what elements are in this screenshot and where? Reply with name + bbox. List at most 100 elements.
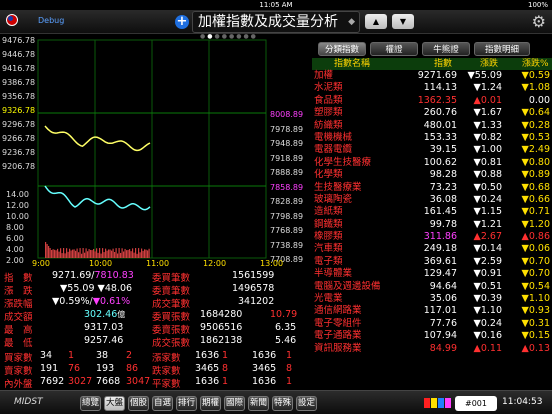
row-price: 107.94 [423,330,457,342]
table-row[interactable]: 電器電纜 39.15 ▼1.00 ▼2.49 [312,144,552,156]
stock-code-input[interactable]: #001 [455,396,497,411]
nav-settings-button[interactable]: 設定 [296,396,317,411]
table-row[interactable]: 電子零組件 77.76 ▼0.24 ▼0.31 [312,318,552,330]
volume-bar [46,244,48,258]
row-price: 311.86 [423,231,457,243]
table-row[interactable]: 光電業 35.06 ▼0.39 ▼1.10 [312,293,552,305]
volume-bar [127,249,129,258]
table-row[interactable]: 電腦及週邊設備 94.64 ▼0.51 ▼0.54 [312,281,552,293]
nav-news-button[interactable]: 新聞 [248,396,269,411]
color-chip-blue[interactable] [438,398,444,408]
nav-market-button[interactable]: 大盤 [104,396,125,411]
volume-bar [58,251,60,258]
col-pct[interactable]: 漲跌% [522,58,549,70]
table-row[interactable]: 造紙類 161.45 ▼1.15 ▼0.71 [312,206,552,218]
volume-bar [142,250,144,258]
otc-tick-label: 7828.89 [270,197,304,206]
row-change: ▼0.24 [473,317,502,329]
volume-bar [78,252,80,258]
row-change: ▼0.51 [473,280,502,292]
nav-options-button[interactable]: 期權 [200,396,221,411]
flat-c: 1636 [252,376,277,387]
table-row[interactable]: 水泥類 114.13 ▼1.24 ▼1.08 [312,82,552,94]
nav-special-button[interactable]: 特殊 [272,396,293,411]
volume-bar [79,248,81,258]
color-chip-yellow[interactable] [431,398,437,408]
tab-warrant[interactable]: 權證 [370,42,418,56]
col-change[interactable]: 漲跌 [480,58,498,70]
market-summary: 指 數 9271.69/7810.83 漲 跌 ▼55.09 ▼48.06 漲跌… [4,270,298,390]
row-name: 化學類 [314,169,343,181]
add-button[interactable]: + [175,15,189,29]
table-row[interactable]: 化學生技醫療 100.62 ▼0.81 ▼0.80 [312,157,552,169]
row-price: 98.28 [429,169,457,181]
table-row[interactable]: 橡膠類 311.86 ▲2.67 ▲0.86 [312,231,552,243]
previous-button[interactable]: ▲ [365,14,387,29]
table-row[interactable]: 玻璃陶瓷 36.08 ▼0.24 ▼0.66 [312,194,552,206]
up-a: 1636 [195,350,220,361]
next-button[interactable]: ▼ [392,14,414,29]
table-row[interactable]: 化學類 98.28 ▼0.88 ▼0.89 [312,169,552,181]
debug-label[interactable]: Debug [38,16,64,25]
table-row[interactable]: 汽車類 249.18 ▼0.14 ▼0.06 [312,243,552,255]
nav-ranking-button[interactable]: 排行 [176,396,197,411]
col-price[interactable]: 指數 [434,58,452,70]
row-pct: ▼0.54 [521,280,550,292]
index-chart[interactable]: 9476.78 9446.78 9416.78 9386.78 9356.78 9326.… [0,36,310,268]
flat-d: 1 [286,376,293,387]
gear-icon[interactable]: ⚙ [532,12,546,31]
table-row[interactable]: 紡織類 480.01 ▼1.33 ▼0.28 [312,120,552,132]
page-title[interactable]: 加權指數及成交量分析 ◆ [192,11,360,33]
volume-bar [85,248,87,258]
table-row[interactable]: 加權 9271.69 ▼55.09 ▼0.59 [312,70,552,82]
row-name: 橡膠類 [314,231,343,243]
col-name[interactable]: 指數名稱 [334,58,370,70]
buy-b: 1 [68,350,75,361]
volume-bar [117,253,119,258]
volume-bar [102,248,104,258]
nav-watchlist-button[interactable]: 自選 [152,396,173,411]
table-row[interactable]: 資訊服務業 84.99 ▲0.11 ▲0.13 [312,343,552,355]
volume-bar [72,249,74,258]
volume-bar [70,250,72,258]
ask-ratio: 6.35 [275,322,297,333]
otc-tick-label: 7918.89 [270,153,304,163]
row-name: 鋼鐵類 [314,218,343,230]
row-name: 造紙類 [314,206,343,218]
color-chip-magenta[interactable] [445,398,451,408]
color-chip-red[interactable] [424,398,430,408]
buy-d: 2 [126,350,133,361]
volume-bar [112,248,114,258]
chart-svg [37,39,267,259]
tab-bull-bear[interactable]: 牛熊證 [422,42,470,56]
y-tick-label: 9326.78 [2,106,36,115]
up-c: 1636 [252,350,277,361]
table-row[interactable]: 半導體業 129.47 ▼0.91 ▼0.70 [312,268,552,280]
nav-overview-button[interactable]: 總覽 [80,396,101,411]
volume-bar [144,249,146,258]
table-row[interactable]: 通信網路業 117.01 ▼1.10 ▼0.93 [312,305,552,317]
otc-tick-label: 7888.89 [270,168,304,177]
row-name: 玻璃陶瓷 [314,193,353,205]
table-row[interactable]: 電子類 369.61 ▼2.59 ▼0.70 [312,256,552,268]
row-change: ▼0.16 [473,330,502,342]
table-row[interactable]: 生技醫療業 73.23 ▼0.50 ▼0.68 [312,182,552,194]
table-row[interactable]: 電機機械 153.33 ▼0.82 ▼0.53 [312,132,552,144]
table-row[interactable]: 食品類 1362.35 ▲0.01 0.00 [312,95,552,107]
otc-pct: ▼0.61% [92,296,131,307]
nav-stock-button[interactable]: 個股 [128,396,149,411]
table-row[interactable]: 鋼鐵類 99.78 ▼1.21 ▼1.20 [312,219,552,231]
tab-index-detail[interactable]: 指數明細 [474,42,530,56]
volume-bar [114,252,116,258]
sell-a: 191 [40,363,59,374]
y-tick-label: 9356.78 [2,92,36,101]
table-row[interactable]: 塑膠類 260.76 ▼1.67 ▼0.64 [312,107,552,119]
table-row[interactable]: 電子通路業 107.94 ▼0.16 ▼0.15 [312,330,552,342]
y-tick-label: 9296.78 [2,120,36,129]
volume-bar [130,251,132,258]
nav-international-button[interactable]: 國際 [224,396,245,411]
volume-bar [135,248,137,258]
flag-icon[interactable] [6,14,18,26]
ask-count: 1496578 [232,283,275,294]
tab-category-index[interactable]: 分類指數 [318,42,366,56]
